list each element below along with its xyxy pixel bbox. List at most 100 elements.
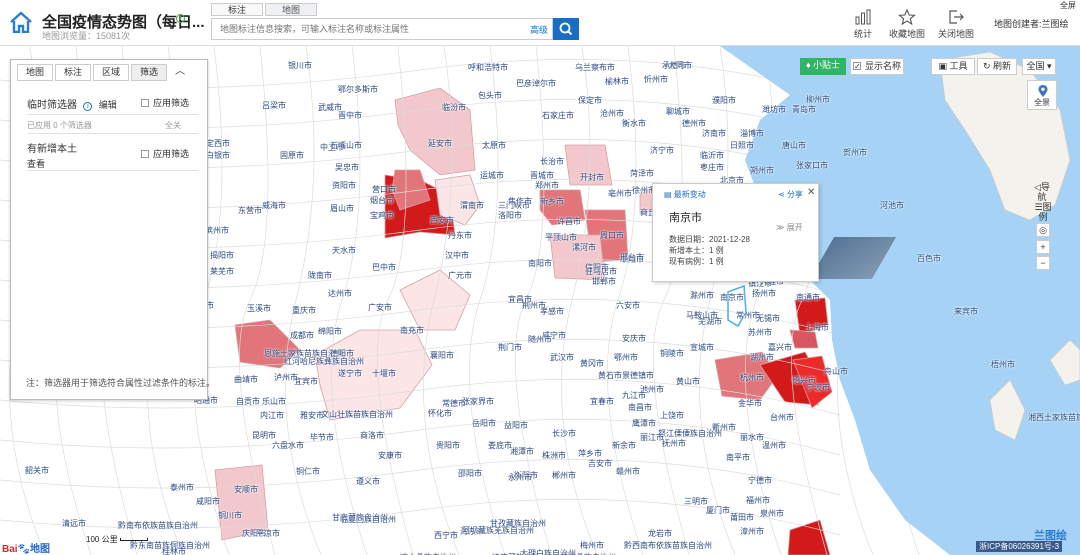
refresh-label: 刷新 <box>993 61 1012 71</box>
plus-icon: + <box>1040 242 1046 252</box>
tips-label: 小贴士 <box>813 60 841 70</box>
applied-count-row: 已应用 0 个筛选器 全关 <box>27 120 197 131</box>
legend-icon: ☰ <box>1034 202 1043 212</box>
lijiang-region[interactable] <box>214 464 269 541</box>
header-bar: 全国疫情态势图（每日... i 地图浏览量：15081次 标注 地图 高级 统计… <box>0 0 1080 46</box>
scope-label: 全国 <box>1026 61 1045 71</box>
refresh-button[interactable]: ↻ 刷新 <box>977 58 1017 75</box>
close-map-button[interactable]: 关闭地图 <box>938 9 974 40</box>
search-input[interactable] <box>212 19 512 39</box>
scale-ruler <box>119 538 148 541</box>
navigation-icon: ◁ <box>1034 182 1041 192</box>
apply-filter-toggle-2[interactable]: 应用筛选 <box>141 147 189 160</box>
divider <box>27 114 199 115</box>
apply-filter-toggle[interactable]: 应用筛选 <box>141 96 189 109</box>
legend-button[interactable]: ☰图例 <box>1030 202 1056 222</box>
search-tabs: 标注 地图 <box>211 3 319 16</box>
help-icon[interactable]: i <box>83 102 93 111</box>
apply-filter-label-2: 应用筛选 <box>153 149 190 159</box>
scale-bar: 100 公里 <box>86 534 148 545</box>
baidu-text: Bai <box>2 544 18 555</box>
zoom-in-button[interactable]: + <box>1036 240 1050 254</box>
tools-button[interactable]: ▣ 工具 <box>931 58 975 75</box>
favorite-button[interactable]: 收藏地图 <box>889 9 925 40</box>
panel-tab-filter[interactable]: 筛选 <box>131 64 168 81</box>
advanced-search-link[interactable]: 高级 <box>530 23 548 36</box>
show-names-checkbox[interactable]: ✓ <box>852 62 861 71</box>
divider <box>27 133 199 134</box>
scale-label: 100 公里 <box>86 535 118 544</box>
baidu-logo: Bai🐾地图 <box>2 540 50 555</box>
location-pin-icon <box>1038 85 1048 97</box>
panel-tab-annotation[interactable]: 标注 <box>55 64 92 81</box>
panel-tabs: 地图 标注 区域 筛选 ︿ <box>17 64 207 84</box>
scope-select[interactable]: 全国 ▾ <box>1022 58 1056 75</box>
edit-icon: ▤ <box>664 190 674 199</box>
search-box: 高级 <box>211 18 553 40</box>
zoom-out-button[interactable]: − <box>1036 256 1050 270</box>
refresh-icon: ↻ <box>982 61 994 71</box>
divider <box>27 170 199 171</box>
city-popup: ▤ 最新变动 ⋖ 分享 ✕ 南京市 ≫ 展开 数据日期：2021-12-28 新… <box>652 183 819 282</box>
anyang-region[interactable] <box>564 144 613 186</box>
show-names-toggle[interactable]: ✓ 显示名称 <box>850 58 904 75</box>
filter-note: 注：筛选器用于筛选符合属性过滤条件的标注。 <box>26 378 216 388</box>
share-icon: ⋖ <box>778 190 787 199</box>
share-button[interactable]: ⋖ 分享 <box>778 189 803 200</box>
home-icon[interactable] <box>9 11 33 33</box>
new-local-row: 有新增本土 查看 应用筛选 <box>27 140 197 170</box>
baidu-map-text: 地图 <box>30 544 51 555</box>
expand-button[interactable]: ≫ 展开 <box>776 222 803 233</box>
jiaxing-region[interactable] <box>789 329 819 349</box>
temp-filter-row: 临时筛选器 i 编辑 应用筛选 <box>27 96 197 111</box>
popup-current-cases: 现有病例：1 例 <box>669 257 724 266</box>
favorite-label: 收藏地图 <box>889 29 926 39</box>
bar-chart-icon <box>855 9 871 25</box>
expand-label: 展开 <box>786 223 803 232</box>
toolbox-icon: ▣ <box>938 61 950 71</box>
fullscreen-button[interactable]: 全屏 <box>1060 0 1076 11</box>
show-names-label: 显示名称 <box>864 61 901 71</box>
latest-change-label: 最新变动 <box>673 190 706 199</box>
minus-icon: − <box>1040 258 1046 268</box>
bulb-icon: ♦ <box>805 60 814 70</box>
close-icon[interactable]: ✕ <box>807 187 815 198</box>
apply-filter-checkbox[interactable] <box>141 99 149 107</box>
exit-icon <box>949 10 964 24</box>
panorama-button[interactable]: 全景 <box>1027 80 1057 110</box>
zhumadian-region[interactable] <box>549 234 606 281</box>
view-count: 地图浏览量：15081次 <box>42 31 131 41</box>
collapse-icon[interactable]: ︿ <box>175 64 185 84</box>
star-icon <box>898 9 916 25</box>
close-map-label: 关闭地图 <box>938 29 975 39</box>
apply-filter-label: 应用筛选 <box>153 98 190 108</box>
close-all-link[interactable]: 全关 <box>165 120 181 131</box>
tools-label: 工具 <box>949 61 968 71</box>
search-icon <box>559 22 573 36</box>
paw-icon: 🐾 <box>17 544 31 555</box>
locate-me-button[interactable]: ◎ <box>1036 223 1050 237</box>
filter-panel: 地图 标注 区域 筛选 ︿ 临时筛选器 i 编辑 应用筛选 已应用 0 个筛选器… <box>10 59 208 400</box>
stats-button[interactable]: 统计 <box>854 9 872 40</box>
navigation-button[interactable]: ◁导航 <box>1030 182 1054 202</box>
latest-change-tab[interactable]: ▤ 最新变动 <box>664 189 706 200</box>
icp-number[interactable]: 浙ICP备06026391号-3 <box>976 541 1063 552</box>
tab-annotation[interactable]: 标注 <box>211 3 263 16</box>
info-icon[interactable]: i <box>176 14 185 23</box>
temp-filter-label: 临时筛选器 <box>27 100 77 111</box>
apply-filter-checkbox-2[interactable] <box>141 150 149 158</box>
panorama-label: 全景 <box>1034 98 1050 107</box>
share-label: 分享 <box>786 190 803 199</box>
target-icon: ◎ <box>1039 225 1047 235</box>
panel-tab-region[interactable]: 区域 <box>93 64 130 81</box>
caret-down-icon: ▾ <box>1044 61 1052 71</box>
tips-button[interactable]: ♦ 小贴士 <box>800 58 846 75</box>
search-button[interactable] <box>553 18 579 40</box>
tab-map[interactable]: 地图 <box>265 3 317 16</box>
stats-label: 统计 <box>854 29 873 39</box>
panel-tab-map[interactable]: 地图 <box>17 64 54 81</box>
popup-city-name: 南京市 <box>669 212 702 224</box>
popup-date: 数据日期：2021-12-28 <box>669 235 750 244</box>
edit-link[interactable]: 编辑 <box>99 100 117 110</box>
map-creator[interactable]: 地图创建者:兰图绘 <box>994 17 1069 30</box>
